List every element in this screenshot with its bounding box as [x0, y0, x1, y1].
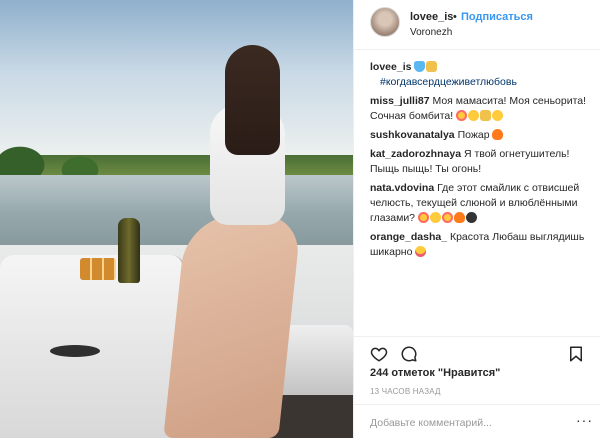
- list-item: orange_dasha_ Красота Любаш выглядишь ши…: [370, 230, 592, 260]
- follow-button[interactable]: Подписаться: [461, 11, 533, 23]
- avatar[interactable]: [370, 7, 400, 37]
- post-photo[interactable]: [0, 0, 353, 438]
- raised-hands-emoji-icon: [426, 61, 438, 72]
- list-item: sushkovanatalya Пожар: [370, 128, 592, 143]
- list-item: kat_zadorozhnaya Я твой огнетушитель! Пы…: [370, 147, 592, 177]
- comment-input[interactable]: [370, 415, 560, 431]
- bomb-emoji-icon: [465, 212, 477, 223]
- blue-heart-emoji-icon: [414, 61, 426, 72]
- more-options-icon[interactable]: ···: [576, 412, 593, 428]
- location-link[interactable]: Voronezh: [410, 27, 452, 38]
- comments-list: lovee_is #когдавсердцеживетлюбовь miss_j…: [370, 60, 592, 264]
- comment-text: Пожар: [457, 129, 490, 141]
- raised-hands-emoji-icon: [480, 110, 492, 121]
- comment-username[interactable]: orange_dasha_: [370, 231, 447, 243]
- sweat-emoji-icon: [429, 212, 441, 223]
- caption: lovee_is #когдавсердцеживетлюбовь: [370, 60, 592, 90]
- heart-eyes-emoji-icon: [441, 212, 453, 223]
- header-username[interactable]: lovee_is: [410, 11, 453, 23]
- list-item: miss_julli87 Моя мамасита! Моя сеньорита…: [370, 94, 592, 124]
- list-item: nata.vdovina Где этот смайлик с отвисшей…: [370, 181, 592, 226]
- heart-icon[interactable]: [370, 345, 388, 363]
- comment-username[interactable]: kat_zadorozhnaya: [370, 148, 461, 160]
- heart-eyes-emoji-icon: [456, 110, 468, 121]
- caption-username[interactable]: lovee_is: [370, 61, 411, 73]
- comment-username[interactable]: sushkovanatalya: [370, 129, 455, 141]
- fire-emoji-icon: [453, 212, 465, 223]
- bookmark-icon[interactable]: [567, 345, 585, 363]
- likes-count[interactable]: 244 отметок "Нравится": [370, 367, 500, 379]
- photo-figure-hair: [225, 45, 280, 155]
- photo-cups: [80, 258, 116, 280]
- post-header: lovee_is • Подписаться Voronezh: [354, 0, 600, 50]
- caption-hashtag[interactable]: #когдавсердцеживетлюбовь: [380, 76, 517, 88]
- smile-emoji-icon: [468, 110, 480, 121]
- post-side-panel: lovee_is • Подписаться Voronezh lovee_is…: [354, 0, 600, 438]
- photo-bottle: [118, 218, 140, 283]
- post-timestamp: 13 ЧАСОВ НАЗАД: [370, 387, 441, 396]
- photo-drain: [50, 345, 100, 357]
- heart-eyes-emoji-icon: [417, 212, 429, 223]
- action-bar: [354, 336, 600, 366]
- header-separator-dot: •: [453, 11, 457, 23]
- add-comment-bar: ···: [354, 404, 600, 438]
- photo-treeline: [0, 125, 353, 175]
- sun-emoji-icon: [492, 110, 504, 121]
- fire-emoji-icon: [492, 129, 504, 140]
- tongue-face-emoji-icon: [415, 246, 427, 257]
- comment-icon[interactable]: [400, 345, 418, 363]
- comment-username[interactable]: miss_julli87: [370, 95, 430, 107]
- comment-username[interactable]: nata.vdovina: [370, 182, 434, 194]
